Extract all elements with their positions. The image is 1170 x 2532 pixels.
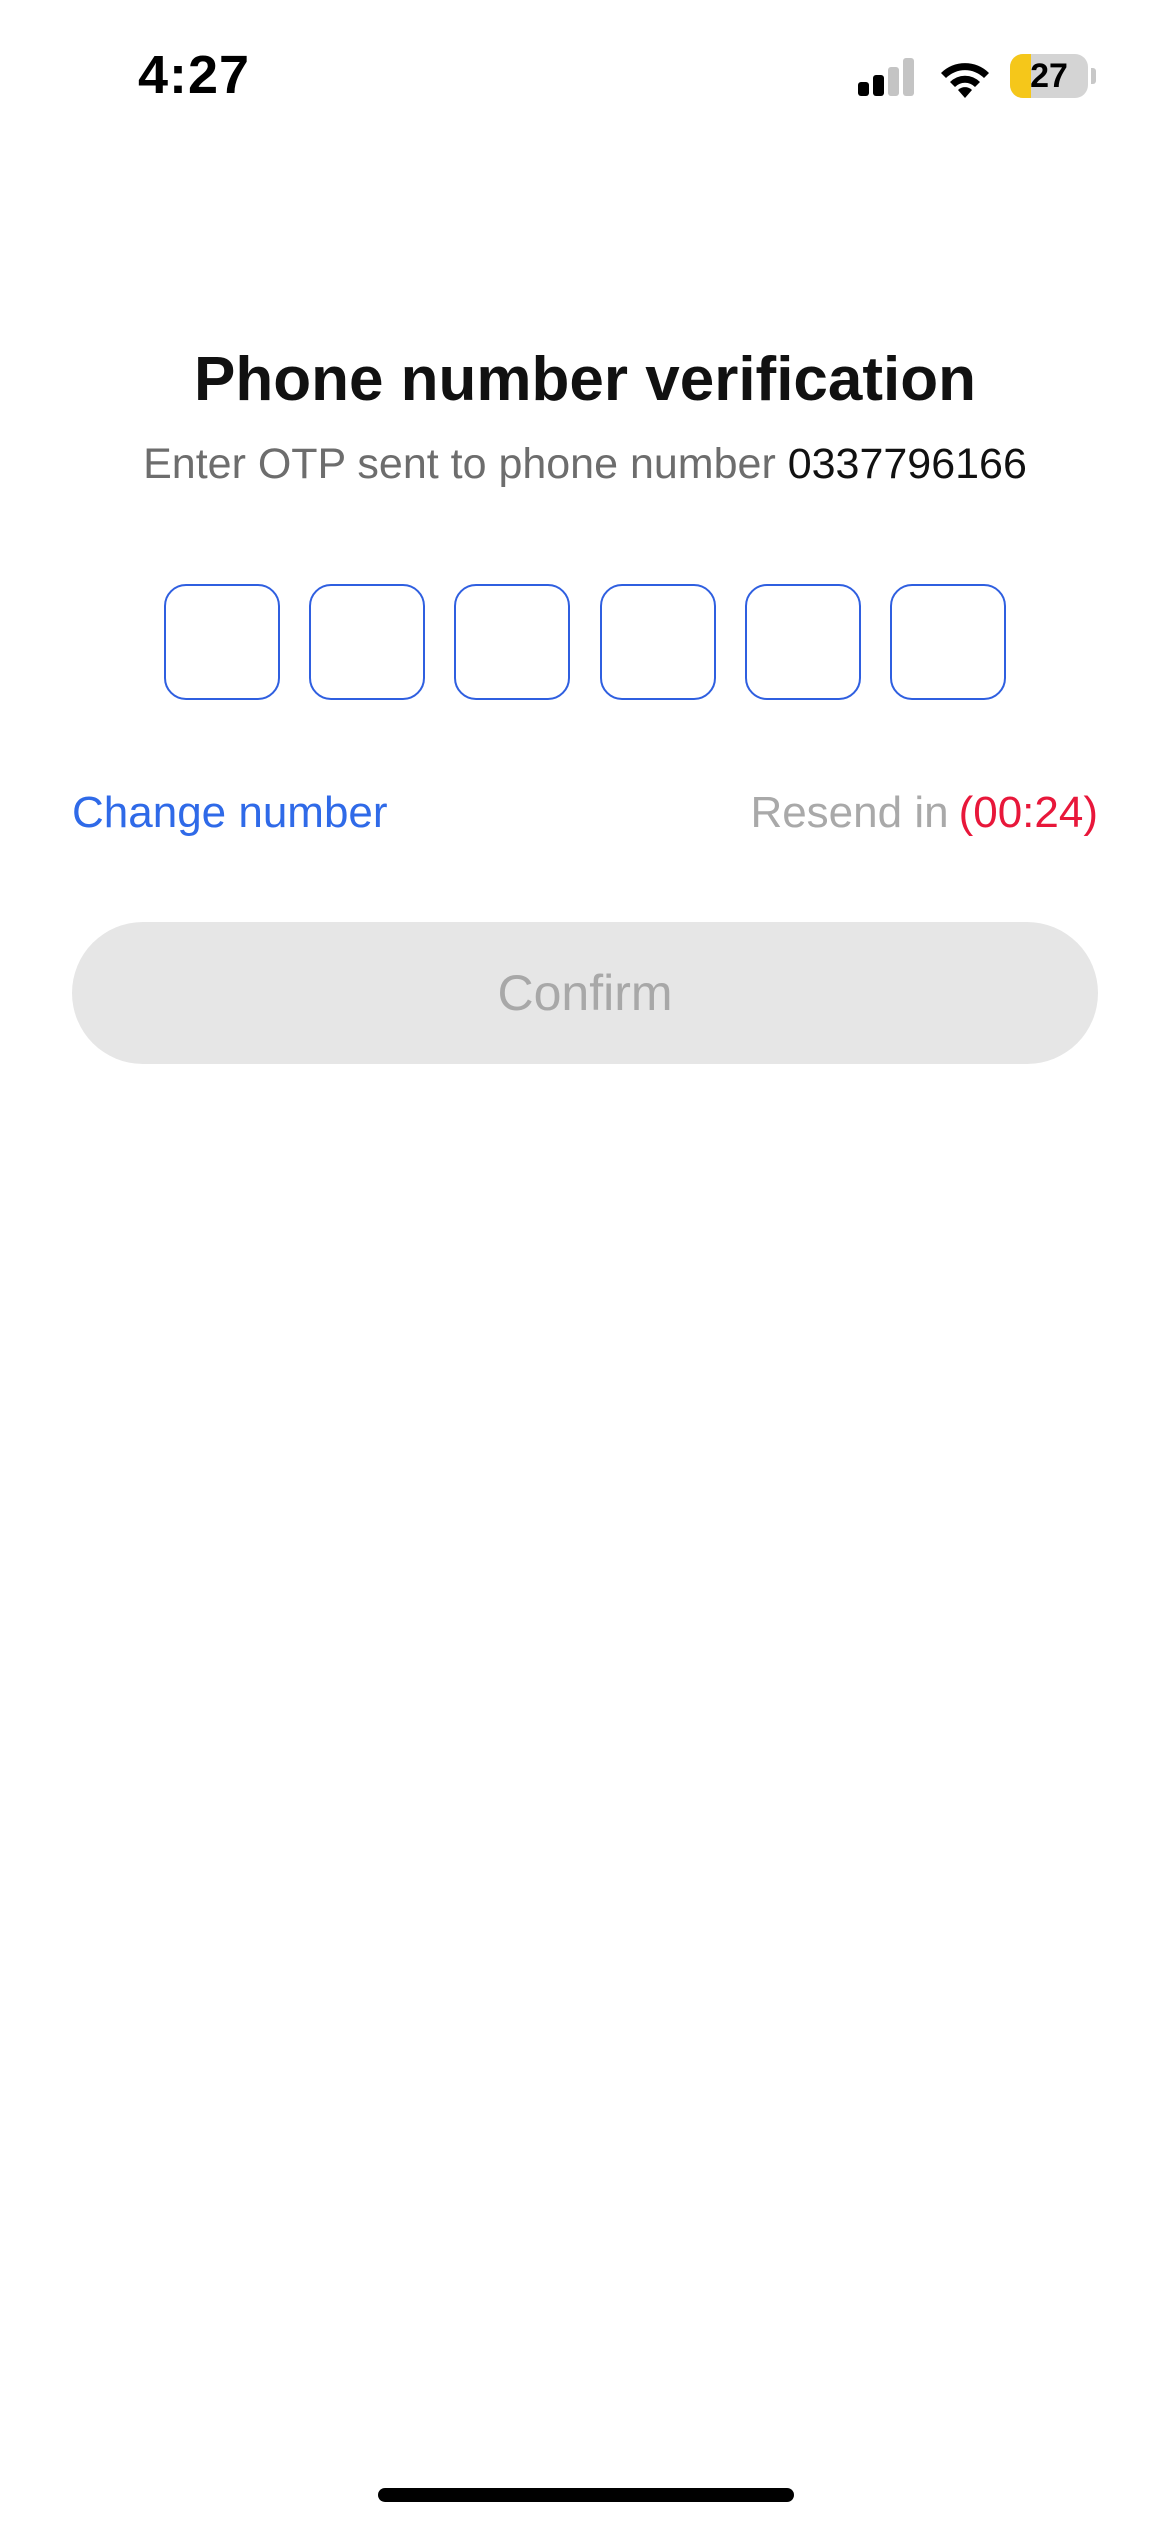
phone-number: 0337796166 <box>787 440 1027 488</box>
otp-verification-screen: 4:27 27 Phone number verification Enter … <box>0 0 1170 2532</box>
page-title: Phone number verification <box>193 345 977 414</box>
otp-input-group <box>164 584 1006 704</box>
resend-timer: (00:24) <box>958 788 1098 837</box>
otp-digit-2[interactable] <box>309 584 426 700</box>
battery-level: 27 <box>1030 57 1068 95</box>
resend-countdown: Resend in (00:24) <box>750 788 1098 838</box>
status-time: 4:27 <box>138 45 251 105</box>
home-indicator[interactable] <box>378 2488 794 2502</box>
battery-icon: 27 <box>1010 54 1096 98</box>
otp-instructions-text: Enter OTP sent to phone number <box>143 440 776 488</box>
cellular-signal-icon <box>858 56 916 96</box>
otp-digit-6[interactable] <box>889 584 1006 700</box>
otp-digit-5[interactable] <box>744 584 861 700</box>
otp-instructions: Enter OTP sent to phone number 033779616… <box>0 440 1170 489</box>
resend-label: Resend in <box>750 788 949 837</box>
change-number-link[interactable]: Change number <box>72 788 388 838</box>
confirm-button[interactable]: Confirm <box>72 922 1098 1064</box>
otp-digit-3[interactable] <box>454 584 571 700</box>
wifi-icon <box>941 63 989 98</box>
otp-digit-1[interactable] <box>164 584 280 700</box>
otp-digit-4[interactable] <box>599 584 716 700</box>
